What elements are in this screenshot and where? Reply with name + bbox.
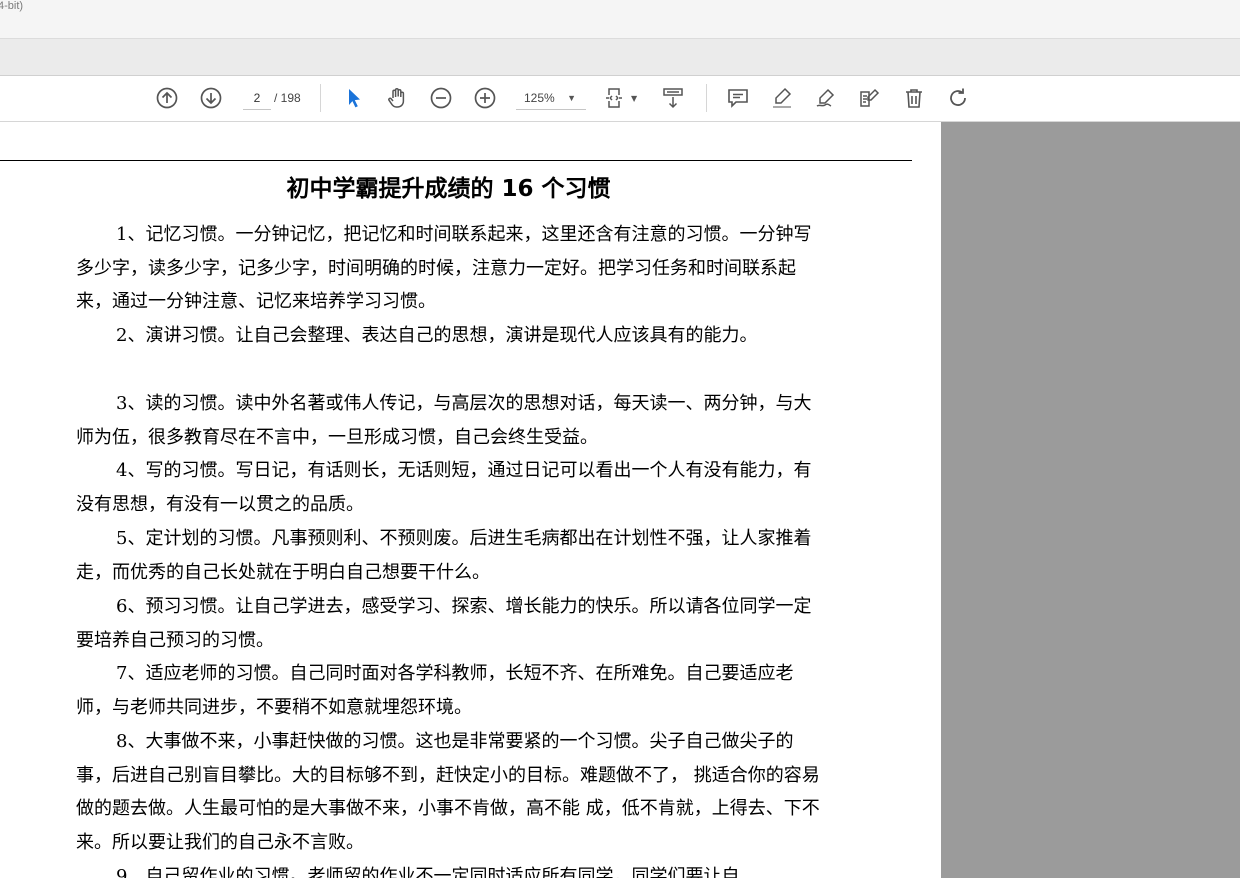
comment-icon (728, 89, 748, 108)
scroll-mode-button[interactable] (659, 84, 687, 112)
plus-circle-icon (474, 87, 496, 109)
trash-icon (906, 89, 922, 108)
minus-circle-icon (430, 87, 452, 109)
cursor-arrow-icon (349, 89, 360, 108)
zoom-value: 125% (524, 91, 555, 105)
window-title: 4-bit) (0, 0, 24, 12)
fit-dropdown-chevron-icon[interactable]: ▼ (631, 94, 637, 103)
zoom-select[interactable]: 125% ▼ (516, 87, 586, 110)
arrow-down-circle-icon (200, 87, 222, 109)
page-total-label: / 198 (274, 91, 301, 105)
comment-button[interactable] (724, 84, 752, 112)
document-title: 初中学霸提升成绩的 16 个习惯 (286, 176, 611, 202)
delete-button[interactable] (900, 84, 928, 112)
paragraph-3: 3、读的习惯。读中外名著或伟人传记，与高层次的思想对话，每天读一、两分钟，与大师… (76, 393, 812, 448)
paragraph-1: 1、记忆习惯。一分钟记忆，把记忆和时间联系起来，这里还含有注意的习惯。一分钟写多… (76, 224, 812, 313)
paragraph-6: 6、预习习惯。让自己学进去，感受学习、探索、增长能力的快乐。所以请各位同学一定要… (76, 596, 812, 651)
document-viewport[interactable]: 初中学霸提升成绩的 16 个习惯 1、记忆习惯。一分钟记忆，把记忆和时间联系起来… (0, 122, 941, 878)
fit-page-icon (606, 88, 622, 108)
toolbar-divider (320, 84, 321, 112)
paragraph-9: 9、自己留作业的习惯。老师留的作业不一定同时适应所有同学，同学们要让自 (116, 866, 740, 878)
paragraph-4: 4、写的习惯。写日记，有话则长，无话则短，通过日记可以看出一个人有没有能力，有没… (76, 460, 812, 515)
next-page-button[interactable] (197, 84, 225, 112)
select-tool-button[interactable] (340, 84, 368, 112)
pen-draw-icon (816, 88, 835, 107)
page-fit-button[interactable] (602, 84, 630, 112)
chevron-down-icon: ▼ (567, 93, 576, 103)
rotate-icon (950, 88, 966, 106)
previous-page-button[interactable] (153, 84, 181, 112)
paragraph-5: 5、定计划的习惯。凡事预则利、不预则废。后进生毛病都出在计划性不强，让人家推着走… (76, 528, 812, 583)
rotate-button[interactable] (944, 84, 972, 112)
zoom-out-button[interactable] (427, 84, 455, 112)
pdf-toolbar: 2 / 198 125% ▼ ▼ (0, 76, 1240, 122)
zoom-in-button[interactable] (471, 84, 499, 112)
viewer-background (941, 122, 1240, 878)
highlighter-icon (773, 87, 792, 108)
menu-bar (0, 39, 1240, 76)
pdf-page: 初中学霸提升成绩的 16 个习惯 1、记忆习惯。一分钟记忆，把记忆和时间联系起来… (0, 122, 941, 878)
page-header-rule (0, 160, 912, 161)
edit-text-button[interactable] (856, 84, 884, 112)
draw-button[interactable] (812, 84, 840, 112)
paragraph-7: 7、适应老师的习惯。自己同时面对各学科教师，长短不齐、在所难免。自己要适应老师，… (76, 663, 794, 718)
arrow-up-circle-icon (156, 87, 178, 109)
paragraph-2: 2、演讲习惯。让自己会整理、表达自己的思想，演讲是现代人应该具有的能力。 (116, 325, 758, 346)
toolbar-divider (706, 84, 707, 112)
hand-tool-button[interactable] (383, 84, 411, 112)
page-number-input[interactable]: 2 (243, 87, 271, 110)
highlight-button[interactable] (768, 84, 796, 112)
edit-text-icon (860, 88, 880, 107)
window-titlebar: 4-bit) (0, 0, 1240, 39)
scroll-page-icon (663, 88, 683, 109)
paragraph-8: 8、大事做不来，小事赶快做的习惯。这也是非常要紧的一个习惯。尖子自己做尖子的事，… (76, 731, 820, 854)
hand-icon (388, 88, 405, 108)
